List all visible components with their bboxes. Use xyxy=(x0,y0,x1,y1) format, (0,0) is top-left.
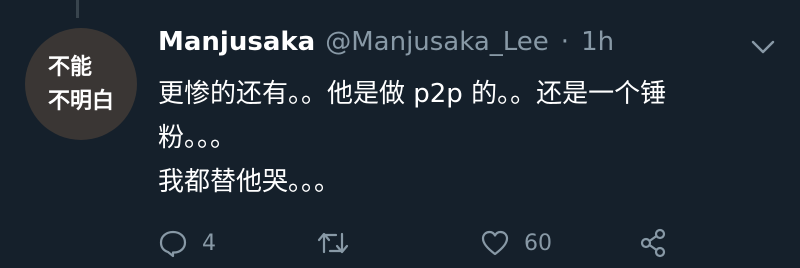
reply-count: 4 xyxy=(202,230,216,256)
user-handle[interactable]: @Manjusaka_Lee xyxy=(325,27,549,57)
avatar-text-line-2: 不明白 xyxy=(47,88,114,114)
tweet-text-line: 粉。。。 xyxy=(158,123,237,153)
tweet-text: 更惨的还有。。他是做 p2p 的。。还是一个锤 粉。。。 我都替他哭。。。 xyxy=(158,72,788,204)
share-button[interactable] xyxy=(638,228,668,258)
like-button[interactable]: 60 xyxy=(480,228,552,258)
tweet-header: Manjusaka @Manjusaka_Lee · 1h xyxy=(158,27,788,67)
retweet-button[interactable] xyxy=(316,228,364,258)
share-icon xyxy=(640,228,666,258)
tweet-timestamp[interactable]: 1h xyxy=(581,27,614,57)
display-name[interactable]: Manjusaka xyxy=(158,27,315,57)
tweet: Manjusaka @Manjusaka_Lee · 1h 更惨的还有。。他是做… xyxy=(158,27,788,204)
thread-connector-line xyxy=(76,0,79,18)
tweet-text-line: 更惨的还有。。他是做 p2p 的。。还是一个锤 xyxy=(158,79,667,109)
retweet-icon xyxy=(317,232,349,254)
avatar-text-line-1: 不能 xyxy=(47,54,92,80)
avatar[interactable]: 不能 不明白 xyxy=(25,28,137,140)
header-separator: · xyxy=(560,27,570,57)
reply-icon xyxy=(159,230,187,258)
like-count: 60 xyxy=(524,230,552,256)
tweet-text-line: 我都替他哭。。。 xyxy=(158,167,341,197)
tweet-actions: 4 60 xyxy=(158,228,798,268)
reply-button[interactable]: 4 xyxy=(158,228,216,258)
chevron-down-icon[interactable] xyxy=(750,37,776,57)
heart-icon xyxy=(481,230,509,256)
